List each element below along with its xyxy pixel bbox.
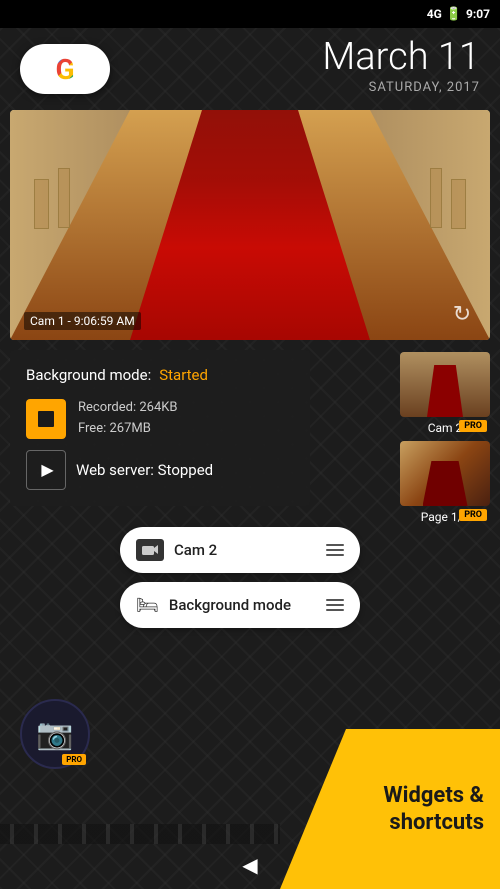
wall-frame-left-2 (58, 168, 70, 228)
page-thumb-image (400, 441, 490, 506)
dropdown-line-1 (326, 544, 344, 546)
page-carpet (423, 461, 468, 507)
bg-mode-dropdown[interactable]: 🛏 Background mode (120, 582, 360, 628)
cam2-dropdown-icon (136, 539, 164, 561)
signal-strength: 4G (427, 7, 442, 21)
cam2-dropdown[interactable]: Cam 2 (120, 527, 360, 573)
bg-dropdown-label: Background mode (169, 596, 316, 614)
record-info: Recorded: 264KB Free: 267MB (78, 398, 178, 440)
date-display: March 11 SATURDAY, 2017 (322, 38, 480, 95)
page-thumb-corridor (400, 441, 490, 506)
wall-frame-left (34, 179, 49, 229)
camera-svg (141, 543, 159, 557)
record-row: Recorded: 264KB Free: 267MB (26, 398, 294, 440)
dropdown-line-2 (326, 549, 344, 551)
bg-dropdown-lines (326, 599, 344, 611)
battery-icon: 🔋 (446, 7, 462, 22)
cam-timestamp: Cam 1 - 9:06:59 AM (24, 312, 141, 330)
cam-circle-widget[interactable]: 📷 PRO (20, 699, 90, 769)
day-year-text: SATURDAY, 2017 (322, 80, 480, 95)
back-button[interactable]: ◀ (242, 853, 257, 877)
recorded-label: Recorded: 264KB (78, 398, 178, 419)
cam2-corridor (400, 352, 490, 417)
web-server-label: Web server: Stopped (76, 461, 213, 479)
cam-circle-icon: 📷 (36, 717, 73, 752)
bg-mode-row: Background mode: Started (26, 366, 294, 384)
refresh-icon: ↻ (453, 302, 471, 327)
wall-frame-right (451, 179, 466, 229)
refresh-button[interactable]: ↻ (444, 296, 480, 332)
cam-circle-pro-badge: PRO (62, 754, 86, 765)
bg-dropdown-line-1 (326, 599, 344, 601)
google-widget[interactable]: G (20, 44, 110, 94)
play-button[interactable]: ▶ (26, 450, 66, 490)
widgets-text: Widgets & shortcuts (383, 782, 484, 837)
status-icons: 4G 🔋 9:07 (427, 7, 490, 22)
bg-dropdown-line-2 (326, 604, 344, 606)
thumbnail-container: PRO Cam 2 PRO Page 1/2 (400, 352, 490, 524)
camera-feed[interactable]: Cam 1 - 9:06:59 AM ↻ (10, 110, 490, 340)
clock: 9:07 (466, 7, 490, 21)
cam2-thumb-image (400, 352, 490, 417)
dropdown-line-3 (326, 554, 344, 556)
corridor-view (10, 110, 490, 340)
status-bar: 4G 🔋 9:07 (0, 0, 500, 28)
google-g-logo: G (55, 53, 74, 86)
film-strip (0, 824, 280, 844)
cam2-dropdown-lines (326, 544, 344, 556)
back-arrow-icon: ◀ (242, 853, 257, 877)
page-thumbnail[interactable]: PRO Page 1/2 (400, 441, 490, 524)
stop-button[interactable] (26, 399, 66, 439)
cam2-thumbnail[interactable]: PRO Cam 2 (400, 352, 490, 435)
web-server-row: ▶ Web server: Stopped (26, 450, 294, 490)
date-text: March 11 (322, 38, 480, 76)
cam2-dropdown-label: Cam 2 (174, 541, 316, 559)
stop-icon (38, 411, 54, 427)
bg-mode-status: Started (159, 366, 208, 384)
cam2-carpet (427, 365, 463, 417)
bed-icon: 🛏 (136, 595, 159, 616)
bottom-cam-widget: 📷 PRO (20, 699, 90, 769)
widgets-line2: shortcuts (389, 810, 484, 835)
widgets-line1: Widgets & (383, 783, 484, 808)
page-pro-badge: PRO (459, 509, 487, 521)
cam2-pro-badge: PRO (459, 420, 487, 432)
free-label: Free: 267MB (78, 419, 178, 440)
bg-dropdown-line-3 (326, 609, 344, 611)
main-panel: Background mode: Started Recorded: 264KB… (10, 350, 310, 506)
bg-mode-label: Background mode: (26, 366, 151, 384)
play-icon: ▶ (41, 460, 53, 479)
wall-frame-right-2 (430, 168, 442, 228)
